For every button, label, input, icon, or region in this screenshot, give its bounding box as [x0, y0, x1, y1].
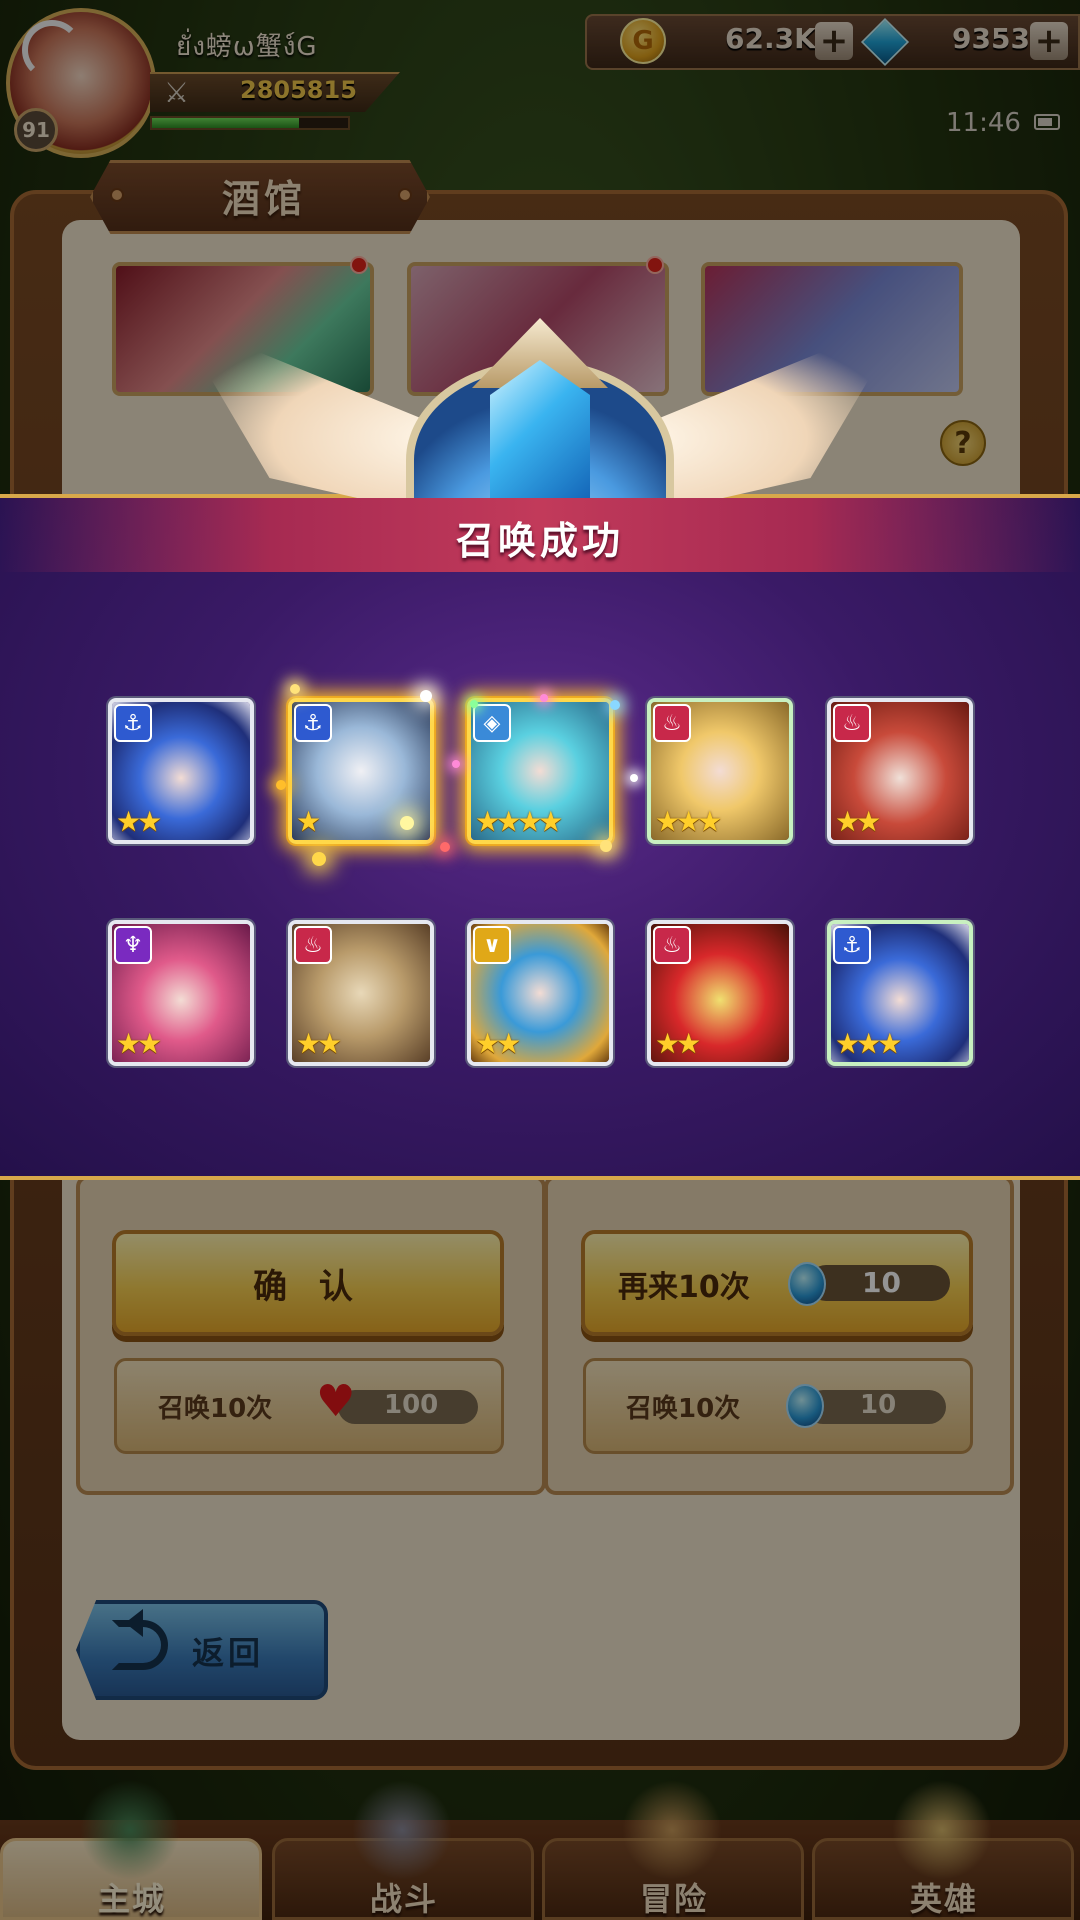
star-rating: ★★	[475, 1027, 521, 1060]
light-faction-icon: ∨	[473, 926, 511, 964]
star-rating: ★★★	[835, 1027, 902, 1060]
sparkle-effect	[452, 760, 460, 768]
sparkle-effect	[400, 816, 414, 830]
flame-faction-icon: ♨	[653, 704, 691, 742]
star-rating: ★★	[835, 805, 881, 838]
hero-card[interactable]: ♨ ★★	[288, 920, 434, 1066]
demon-faction-icon: ♆	[114, 926, 152, 964]
star-rating: ★★	[116, 1027, 162, 1060]
flame-faction-icon: ♨	[833, 704, 871, 742]
sparkle-effect	[540, 694, 548, 702]
hero-card[interactable]: ♨ ★★	[647, 920, 793, 1066]
hero-card[interactable]: ∨ ★★	[467, 920, 613, 1066]
star-rating: ★★	[655, 1027, 701, 1060]
sparkle-effect	[290, 684, 300, 694]
star-rating: ★★	[116, 805, 162, 838]
anchor-faction-icon: ⚓	[114, 704, 152, 742]
sparkle-effect	[276, 780, 286, 790]
hero-card[interactable]: ⚓ ★★★	[827, 920, 973, 1066]
shield-faction-icon: ◈	[473, 704, 511, 742]
anchor-faction-icon: ⚓	[294, 704, 332, 742]
sparkle-effect	[630, 774, 638, 782]
flame-faction-icon: ♨	[294, 926, 332, 964]
anchor-faction-icon: ⚓	[833, 926, 871, 964]
star-rating: ★	[296, 805, 321, 838]
star-rating: ★★★	[655, 805, 722, 838]
sparkle-effect	[312, 852, 326, 866]
sparkle-effect	[470, 700, 478, 708]
hero-card[interactable]: ⚓ ★★	[108, 698, 254, 844]
hero-card[interactable]: ♨ ★★★	[647, 698, 793, 844]
star-rating: ★★	[296, 1027, 342, 1060]
sparkle-effect	[440, 842, 450, 852]
hero-card[interactable]: ♆ ★★	[108, 920, 254, 1066]
sparkle-effect	[600, 840, 612, 852]
sparkle-effect	[610, 700, 620, 710]
result-title: 召唤成功	[455, 519, 624, 563]
star-rating: ★★★★	[475, 805, 563, 838]
hero-card[interactable]: ♨ ★★	[827, 698, 973, 844]
hero-card[interactable]: ◈ ★★★★	[467, 698, 613, 844]
sparkle-effect	[420, 690, 432, 702]
flame-faction-icon: ♨	[653, 926, 691, 964]
